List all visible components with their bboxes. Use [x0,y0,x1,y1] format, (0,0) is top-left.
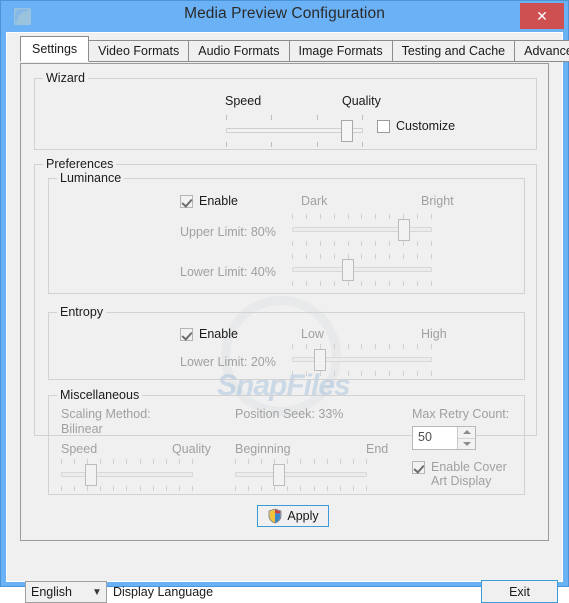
scaling-track [61,472,193,477]
apply-button[interactable]: Apply [257,505,329,527]
wizard-slider-thumb[interactable] [340,120,353,142]
entropy-enable-checkbox-box[interactable] [180,328,193,341]
enable-cover-art-label: Enable Cover Art Display [431,460,507,488]
entropy-enable-checkbox[interactable]: Enable [180,327,238,341]
max-retry-count-value[interactable]: 50 [413,427,457,449]
miscellaneous-group: Miscellaneous Scaling Method: Bilinear S… [48,388,525,495]
position-ticks-bottom [235,486,367,491]
luminance-enable-checkbox[interactable]: Enable [180,194,238,208]
max-retry-count-label: Max Retry Count: [412,407,510,421]
luminance-lower-track [292,267,432,272]
display-language-caption: Display Language [113,585,214,599]
entropy-ticks-top [292,344,432,349]
max-retry-count-stepper[interactable]: 50 [412,426,476,450]
position-track [235,472,367,477]
wizard-quality-label: Quality [342,94,381,108]
luminance-upper-ticks-top [292,214,432,219]
application-window: Media Preview Configuration ✕ Settings V… [0,0,569,603]
exit-button[interactable]: Exit [481,580,558,603]
preferences-group-label: Preferences [43,157,117,171]
position-seek-label: Position Seek: 33% [235,407,344,421]
display-language-select[interactable]: English ▼ [25,581,107,603]
stepper-down-button[interactable] [458,438,475,449]
customize-checkbox-box[interactable] [377,120,390,133]
entropy-low-label: Low [301,327,324,341]
scaling-ticks-top [61,459,193,464]
enable-cover-art-checkbox[interactable]: Enable Cover Art Display [412,460,517,488]
scaling-method-slider[interactable] [61,459,193,491]
scaling-thumb[interactable] [85,464,98,486]
luminance-lower-thumb[interactable] [342,259,354,281]
luminance-upper-thumb[interactable] [398,219,410,241]
scaling-ticks-bottom [61,486,193,491]
stepper-arrows[interactable] [457,427,475,449]
luminance-enable-checkbox-box[interactable] [180,195,193,208]
entropy-group: Entropy Enable Low High Lower Limit: 20% [48,305,525,380]
caret-down-icon [462,441,471,446]
apply-button-label: Apply [287,509,319,523]
customize-checkbox-label: Customize [396,119,456,133]
scaling-method-value: Bilinear [61,422,103,436]
scaling-speed-label: Speed [61,442,98,456]
tab-video-formats[interactable]: Video Formats [88,40,190,62]
client-area: Settings Video Formats Audio Formats Ima… [6,32,569,603]
luminance-upper-limit-label: Upper Limit: 80% [180,225,276,239]
enable-cover-art-checkbox-box[interactable] [412,461,425,474]
wizard-slider-ticks-bottom [226,142,363,147]
uac-shield-icon [268,508,282,524]
luminance-lower-slider[interactable] [292,254,432,286]
window-title: Media Preview Configuration [184,5,385,22]
customize-checkbox[interactable]: Customize [377,119,455,133]
entropy-group-label: Entropy [57,305,107,319]
entropy-high-label: High [421,327,447,341]
miscellaneous-group-label: Miscellaneous [57,388,143,402]
tab-settings[interactable]: Settings [20,36,90,62]
entropy-slider[interactable] [292,344,432,376]
luminance-lower-ticks-top [292,254,432,259]
preferences-group: Preferences Luminance Enable Dark Bright… [34,157,537,495]
wizard-group: Wizard Speed Quality Customize [34,71,537,150]
entropy-lower-limit-label: Lower Limit: 20% [180,355,276,369]
luminance-lower-limit-label: Lower Limit: 40% [180,265,276,279]
caret-up-icon [462,430,471,435]
luminance-upper-slider[interactable] [292,214,432,246]
display-language-value: English [31,585,72,599]
luminance-dark-label: Dark [301,194,328,208]
wizard-speed-label: Speed [225,94,262,108]
luminance-group: Luminance Enable Dark Bright Upper Limit… [48,171,525,294]
scaling-quality-label: Quality [172,442,211,456]
luminance-upper-ticks-bottom [292,241,432,246]
tab-strip: Settings Video Formats Audio Formats Ima… [20,36,569,62]
tab-testing-and-cache[interactable]: Testing and Cache [391,40,516,62]
entropy-thumb[interactable] [314,349,326,371]
entropy-track [292,357,432,362]
luminance-bright-label: Bright [421,194,454,208]
stepper-up-button[interactable] [458,427,475,439]
luminance-enable-label: Enable [199,194,238,208]
title-bar: Media Preview Configuration ✕ [1,1,568,32]
luminance-group-label: Luminance [57,171,125,185]
tab-image-formats[interactable]: Image Formats [288,40,393,62]
position-ticks-top [235,459,367,464]
luminance-lower-ticks-bottom [292,281,432,286]
tab-advanced[interactable]: Advanced [514,40,569,62]
entropy-enable-label: Enable [199,327,238,341]
position-thumb[interactable] [272,464,285,486]
wizard-group-label: Wizard [43,71,88,85]
luminance-upper-track [292,227,432,232]
close-icon[interactable]: ✕ [520,3,564,29]
chevron-down-icon[interactable]: ▼ [88,587,106,598]
scaling-method-label: Scaling Method: [61,407,151,421]
position-seek-slider[interactable] [235,459,367,491]
settings-tab-page: SnapFiles Wizard Speed Quality Customize… [20,63,549,541]
entropy-ticks-bottom [292,371,432,376]
position-end-label: End [366,442,389,456]
wizard-slider[interactable] [226,115,363,147]
tab-audio-formats[interactable]: Audio Formats [188,40,290,62]
position-beginning-label: Beginning [235,442,291,456]
